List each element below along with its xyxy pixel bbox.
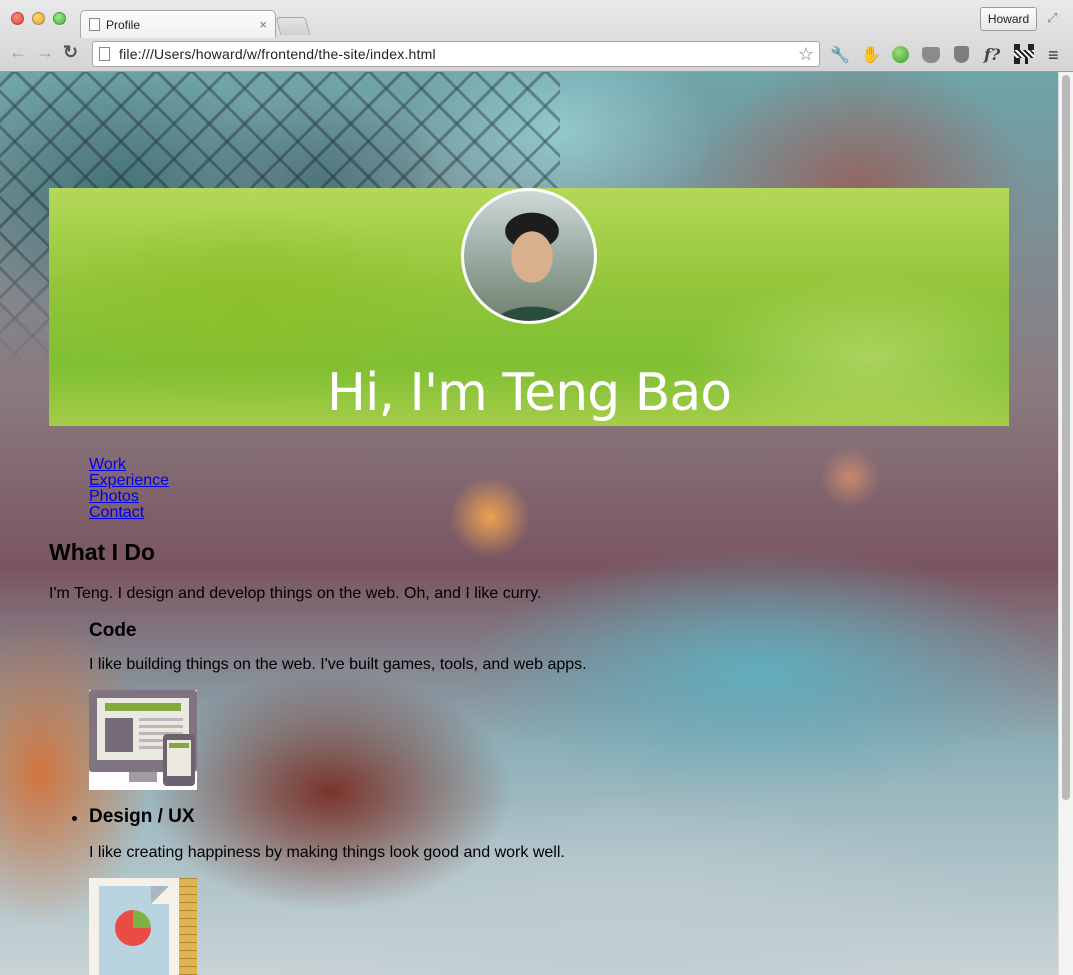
document-icon: [89, 18, 100, 31]
page-icon: [99, 47, 110, 61]
nav-item-contact: Contact: [89, 505, 169, 521]
address-bar[interactable]: file:///Users/howard/w/frontend/the-site…: [92, 41, 820, 67]
fullscreen-icon[interactable]: ⤢: [1047, 10, 1057, 26]
avatar: [461, 188, 597, 324]
nav-link-experience[interactable]: Experience: [89, 472, 169, 489]
skill-text-design: I like creating happiness by making thin…: [89, 844, 565, 861]
window-controls: [11, 12, 66, 25]
evernote-icon[interactable]: ✋: [861, 45, 881, 65]
site-nav: Work Experience Photos Contact: [89, 457, 169, 521]
shield-icon[interactable]: [954, 46, 969, 63]
new-tab-button[interactable]: [275, 17, 311, 35]
design-illustration-icon: [89, 878, 197, 975]
page-title: Hi, I'm Teng Bao: [326, 363, 732, 423]
back-arrow-icon[interactable]: ←: [9, 42, 27, 63]
nav-link-photos[interactable]: Photos: [89, 488, 139, 505]
reload-icon[interactable]: ↻: [63, 42, 78, 63]
menu-icon[interactable]: ≡: [1048, 45, 1059, 66]
nav-link-contact[interactable]: Contact: [89, 504, 144, 521]
close-window-button[interactable]: [11, 12, 24, 25]
nav-item-experience: Experience: [89, 473, 169, 489]
code-illustration-icon: [89, 690, 197, 790]
maximize-window-button[interactable]: [53, 12, 66, 25]
page-viewport: Hi, I'm Teng Bao Work Experience Photos …: [0, 72, 1058, 975]
bookmark-star-icon[interactable]: ☆: [798, 44, 819, 65]
browser-tab[interactable]: Profile ×: [80, 10, 276, 38]
intro-text: I'm Teng. I design and develop things on…: [49, 585, 542, 602]
browser-toolbar: ← → ↻ file:///Users/howard/w/frontend/th…: [0, 38, 1073, 72]
url-text[interactable]: file:///Users/howard/w/frontend/the-site…: [119, 46, 798, 62]
forward-arrow-icon[interactable]: →: [36, 42, 54, 63]
section-heading: What I Do: [49, 539, 156, 565]
hero-banner: Hi, I'm Teng Bao: [49, 188, 1009, 426]
minimize-window-button[interactable]: [32, 12, 45, 25]
qr-code-icon[interactable]: [1014, 44, 1034, 64]
nav-item-work: Work: [89, 457, 169, 473]
nav-link-work[interactable]: Work: [89, 456, 126, 473]
tab-title: Profile: [106, 17, 141, 32]
pocket-icon[interactable]: [922, 47, 940, 63]
list-bullet: [72, 816, 77, 821]
browser-chrome: Profile × Howard ⤢ ← → ↻ file:///Users/h…: [0, 0, 1073, 72]
wrench-icon[interactable]: 🔧: [830, 45, 850, 65]
nav-item-photos: Photos: [89, 489, 169, 505]
skill-title-code: Code: [89, 620, 137, 641]
skill-title-design: Design / UX: [89, 806, 195, 827]
tab-close-icon[interactable]: ×: [259, 17, 267, 32]
vertical-scrollbar[interactable]: [1058, 72, 1073, 975]
scrollbar-thumb[interactable]: [1062, 75, 1070, 800]
globe-icon[interactable]: [892, 46, 909, 63]
skill-text-code: I like building things on the web. I've …: [89, 656, 587, 673]
font-detect-icon[interactable]: f?: [984, 45, 1000, 64]
user-profile-button[interactable]: Howard: [980, 7, 1037, 31]
